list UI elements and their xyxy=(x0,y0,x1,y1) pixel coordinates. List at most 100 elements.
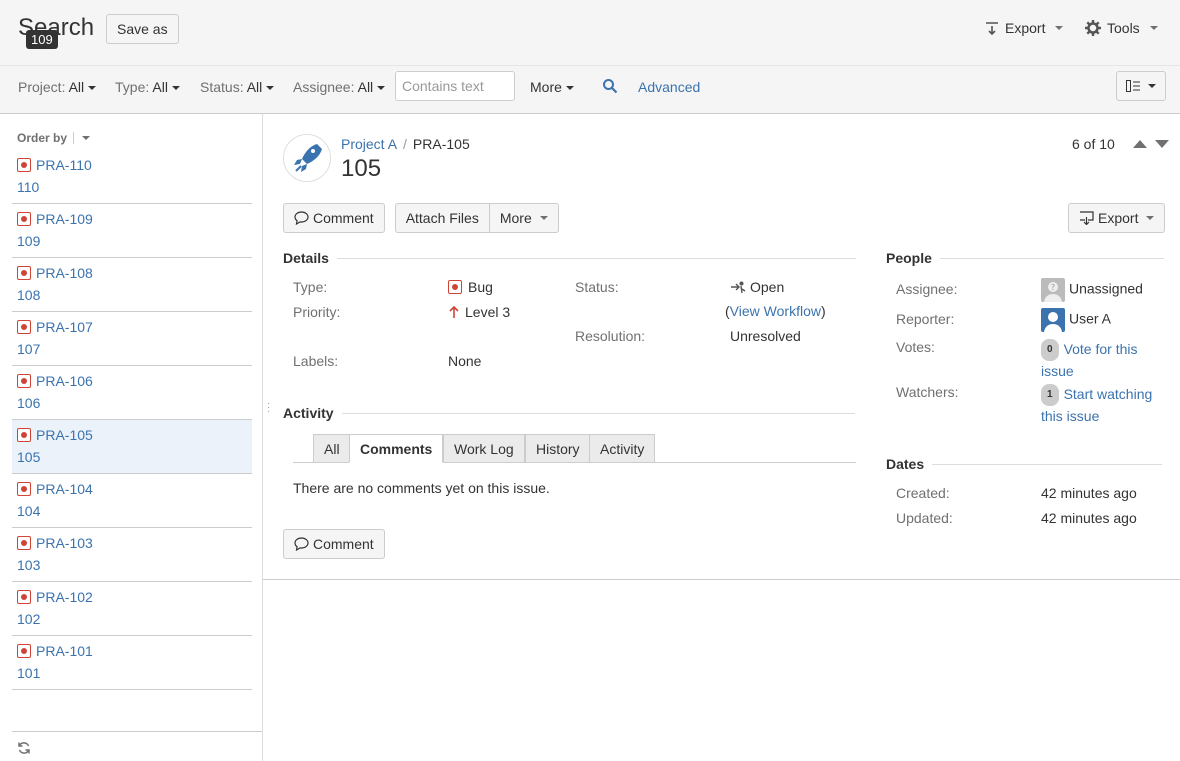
divider xyxy=(341,412,855,414)
watch-link[interactable]: Start watching xyxy=(1064,386,1153,402)
gear-icon xyxy=(1085,20,1101,36)
comment-button[interactable]: Comment xyxy=(283,203,385,233)
previous-issue-icon[interactable] xyxy=(1132,140,1147,148)
tab-work-log[interactable]: Work Log xyxy=(443,434,525,463)
votes-count: 0 xyxy=(1041,339,1059,362)
status-label: Status: xyxy=(575,279,619,295)
divider xyxy=(336,257,856,259)
watchers-label: Watchers: xyxy=(896,384,959,400)
issue-summary: 109 xyxy=(17,233,41,249)
divider xyxy=(73,132,75,144)
issue-key: PRA-105 xyxy=(36,427,93,443)
bug-icon xyxy=(17,428,31,442)
comment-icon xyxy=(294,537,309,551)
list-item[interactable]: PRA-108 108 xyxy=(12,258,252,312)
chevron-down-icon xyxy=(171,86,180,91)
section-title: Activity xyxy=(283,405,334,421)
tools-label: Tools xyxy=(1107,20,1140,36)
type-filter[interactable]: Type: All xyxy=(115,79,180,95)
view-workflow: (View Workflow) xyxy=(725,303,826,319)
list-item[interactable]: PRA-101 101 xyxy=(12,636,252,690)
chevron-down-icon xyxy=(377,86,386,91)
created-value: 42 minutes ago xyxy=(1041,485,1137,501)
list-item[interactable]: PRA-107 107 xyxy=(12,312,252,366)
section-title: Details xyxy=(283,250,329,266)
advanced-search-link[interactable]: Advanced xyxy=(638,79,700,95)
filter-bar: Project: All Type: All Status: All Assig… xyxy=(0,66,1180,114)
comment-label: Comment xyxy=(313,210,374,226)
save-as-button[interactable]: Save as xyxy=(106,14,179,44)
priority-label: Priority: xyxy=(293,304,341,320)
list-footer xyxy=(12,731,262,761)
refresh-icon[interactable] xyxy=(17,741,31,755)
resize-handle[interactable]: · · · xyxy=(267,399,270,417)
more-filters-button[interactable]: More xyxy=(530,79,574,95)
export-label: Export xyxy=(1098,210,1139,226)
labels-label: Labels: xyxy=(293,353,339,369)
export-icon xyxy=(1080,211,1094,225)
next-issue-icon[interactable] xyxy=(1154,140,1169,148)
contains-text-input[interactable] xyxy=(395,71,515,101)
project-link[interactable]: Project A xyxy=(341,136,397,152)
dates-heading: Dates xyxy=(886,456,1164,472)
layout-switcher-button[interactable] xyxy=(1116,71,1166,101)
more-actions-button[interactable]: More xyxy=(489,203,559,233)
list-item[interactable]: PRA-103 103 xyxy=(12,528,252,582)
export-dropdown[interactable]: Export xyxy=(985,20,1064,36)
tab-history[interactable]: History xyxy=(525,434,591,463)
list-item[interactable]: PRA-110 110 xyxy=(12,150,252,204)
list-item[interactable]: PRA-104 104 xyxy=(12,474,252,528)
watch-link-cont[interactable]: this issue xyxy=(1041,408,1099,424)
search-icon[interactable] xyxy=(602,78,618,94)
list-item[interactable]: PRA-109 109 xyxy=(12,204,252,258)
chevron-down-icon xyxy=(1148,84,1156,88)
list-item[interactable]: PRA-106 106 xyxy=(12,366,252,420)
assignee-filter[interactable]: Assignee: All xyxy=(293,79,386,95)
more-label: More xyxy=(499,210,532,226)
issue-key: PRA-103 xyxy=(36,535,93,551)
tab-all[interactable]: All xyxy=(313,434,351,463)
watchers-value: 1 Start watching this issue xyxy=(1041,384,1152,426)
paren-close: ) xyxy=(820,303,826,319)
issue-list: PRA-110 110 PRA-109 109 PRA-108 108 PRA-107… xyxy=(12,150,252,690)
view-workflow-link[interactable]: View Workflow xyxy=(730,303,821,319)
chevron-down-icon xyxy=(266,86,275,91)
type-value: Bug xyxy=(448,279,493,295)
vote-link[interactable]: Vote for this xyxy=(1064,341,1138,357)
issue-summary: 105 xyxy=(17,449,41,465)
project-filter[interactable]: Project: All xyxy=(18,79,97,95)
bug-icon xyxy=(17,590,31,604)
tools-dropdown[interactable]: Tools xyxy=(1085,20,1158,36)
issue-key: PRA-110 xyxy=(36,157,92,173)
people-heading: People xyxy=(886,250,1164,266)
order-by-control[interactable]: Order by xyxy=(17,131,91,145)
attach-files-button[interactable]: Attach Files xyxy=(394,203,490,233)
status-filter[interactable]: Status: All xyxy=(200,79,275,95)
tab-comments[interactable]: Comments xyxy=(349,434,444,463)
issue-export-button[interactable]: Export xyxy=(1068,203,1166,233)
more-label: More xyxy=(530,79,562,95)
assignee-value: ? Unassigned xyxy=(1041,278,1143,302)
order-by-label: Order by xyxy=(17,131,68,145)
arrow-up-icon xyxy=(449,305,459,318)
chevron-down-icon xyxy=(565,86,574,91)
bug-icon xyxy=(17,644,31,658)
watchers-count: 1 xyxy=(1041,384,1059,407)
filter-label: Status: xyxy=(200,79,244,95)
priority-text: Level 3 xyxy=(465,304,511,320)
pager-position: 6 of 10 xyxy=(1072,136,1115,152)
issue-key: PRA-104 xyxy=(36,481,93,497)
priority-value: Level 3 xyxy=(449,304,510,320)
filter-label: Type: xyxy=(115,79,150,95)
bug-icon xyxy=(17,320,31,334)
breadcrumb: Project A / PRA-105 xyxy=(341,136,470,152)
issue-key-crumb[interactable]: PRA-105 xyxy=(413,136,470,152)
vote-link-cont[interactable]: issue xyxy=(1041,363,1074,379)
tab-activity[interactable]: Activity xyxy=(589,434,656,463)
breadcrumb-separator: / xyxy=(403,136,407,152)
list-item[interactable]: PRA-102 102 xyxy=(12,582,252,636)
comment-button-bottom[interactable]: Comment xyxy=(283,529,385,559)
updated-label: Updated: xyxy=(896,510,953,526)
list-item-selected[interactable]: PRA-105 105 xyxy=(12,420,252,474)
chevron-down-icon xyxy=(1146,216,1155,220)
